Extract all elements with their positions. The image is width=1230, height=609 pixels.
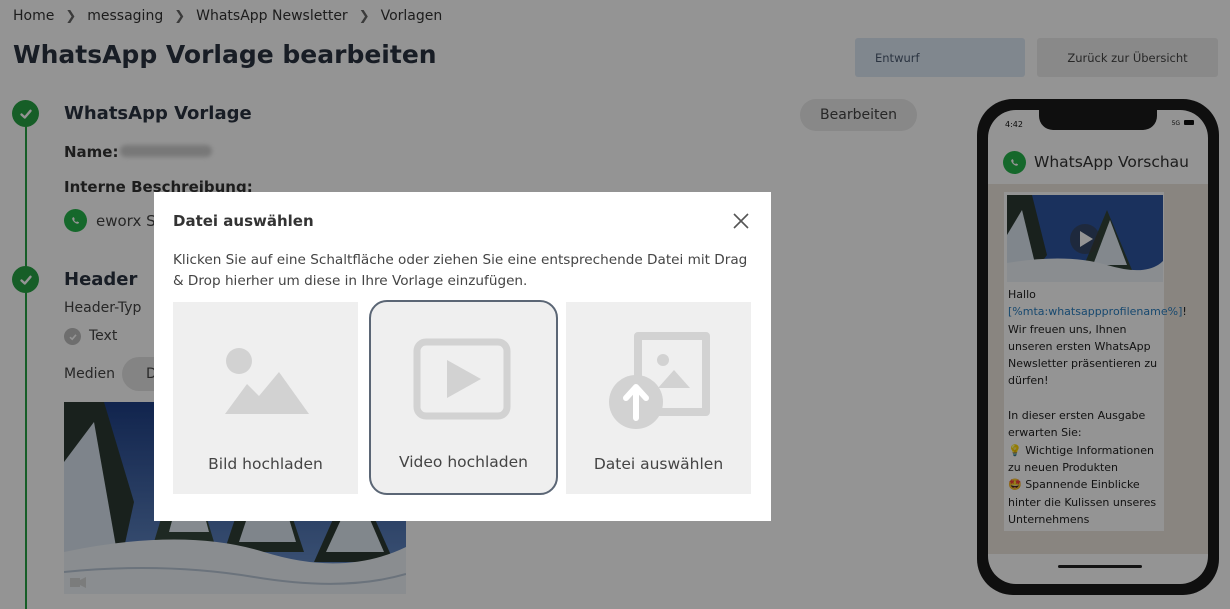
choose-file-button[interactable]: Datei auswählen — [566, 302, 751, 494]
image-icon — [225, 348, 309, 414]
close-icon[interactable] — [731, 211, 751, 231]
upload-image-label: Bild hochladen — [208, 455, 323, 473]
video-play-icon — [413, 338, 511, 420]
choose-file-label: Datei auswählen — [593, 455, 724, 473]
upload-video-label: Video hochladen — [398, 453, 528, 471]
upload-image-button[interactable]: Bild hochladen — [173, 302, 358, 494]
file-upload-icon — [609, 332, 710, 429]
dialog-description: Klicken Sie auf eine Schaltfläche oder z… — [173, 252, 748, 289]
file-select-dialog: Datei auswählen Klicken Sie auf eine Sch… — [154, 192, 771, 521]
upload-video-button[interactable]: Video hochladen — [369, 300, 558, 495]
dialog-title: Datei auswählen — [173, 212, 314, 230]
